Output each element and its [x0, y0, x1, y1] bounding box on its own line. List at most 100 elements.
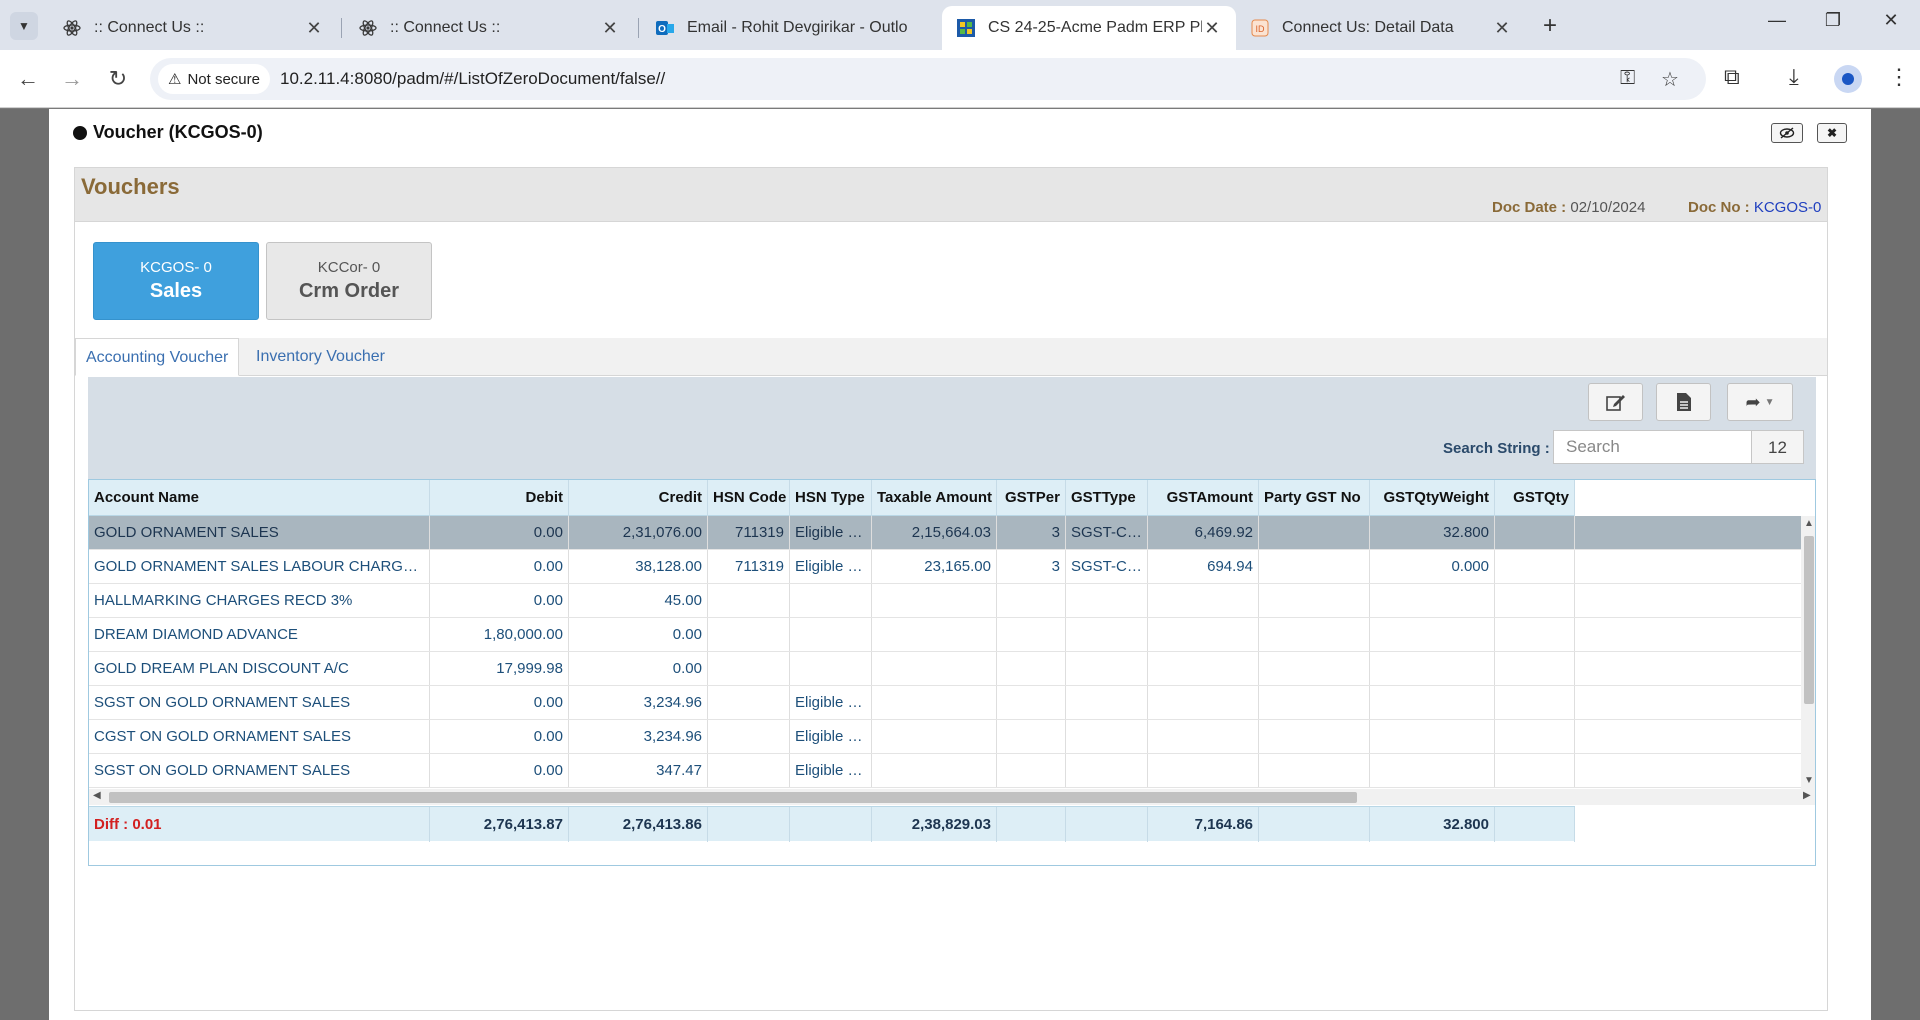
tab-inventory-voucher[interactable]: Inventory Voucher	[246, 338, 395, 376]
close-modal-button[interactable]: ✖	[1817, 123, 1847, 143]
column-header-taxable-amount[interactable]: Taxable Amount	[872, 480, 997, 516]
cell-gstamount	[1148, 618, 1259, 651]
cell-credit: 3,234.96	[569, 720, 708, 753]
eye-slash-icon	[1779, 127, 1795, 139]
footer-total-hsn-type	[790, 807, 872, 842]
address-bar[interactable]: ⚠ Not secure 10.2.11.4:8080/padm/#/ListO…	[150, 58, 1706, 100]
bookmark-star-icon[interactable]: ☆	[1661, 67, 1679, 92]
cell-hsn-code: 711319	[708, 516, 790, 549]
download-icon[interactable]: ⤓	[1789, 64, 1799, 90]
doc-date-value: 02/10/2024	[1570, 199, 1646, 216]
search-input[interactable]	[1553, 430, 1752, 464]
doc-date: Doc Date : 02/10/2024	[1492, 199, 1645, 216]
browser-tab-2[interactable]: :: Connect Us :: ✕	[344, 6, 634, 50]
back-arrow-icon[interactable]: ←	[13, 64, 43, 94]
cell-taxable-amount	[872, 754, 997, 787]
browser-tab-5[interactable]: ID Connect Us: Detail Data ✕	[1236, 6, 1526, 50]
scroll-down-arrow-icon[interactable]: ▼	[1801, 775, 1815, 786]
horizontal-scrollbar[interactable]: ◀ ▶	[89, 789, 1815, 805]
cell-gstamount: 6,469.92	[1148, 516, 1259, 549]
table-row[interactable]: DREAM DIAMOND ADVANCE 1,80,000.00 0.00	[89, 618, 1801, 652]
table-row[interactable]: GOLD ORNAMENT SALES LABOUR CHARG… 0.00 38,…	[89, 550, 1801, 584]
tab-search-chevron-icon[interactable]: ▼	[10, 12, 38, 40]
site-info-chip[interactable]: ⚠ Not secure	[158, 64, 270, 94]
extensions-puzzle-icon[interactable]: ⧉	[1724, 64, 1740, 90]
cell-party-gst-no	[1259, 516, 1370, 549]
outlook-icon: O	[655, 18, 675, 38]
column-header-gstqty[interactable]: GSTQty	[1495, 480, 1575, 516]
browser-tab-3[interactable]: O Email - Rohit Devgirikar - Outlo	[641, 6, 937, 50]
column-header-credit[interactable]: Credit	[569, 480, 708, 516]
browser-tab-4-active[interactable]: CS 24-25-Acme Padm ERP Platf ✕	[942, 6, 1236, 50]
vertical-scroll-thumb[interactable]	[1804, 536, 1814, 704]
table-row[interactable]: GOLD ORNAMENT SALES 0.00 2,31,076.00 711319…	[89, 516, 1801, 550]
doc-no-value: KCGOS-0	[1753, 199, 1822, 216]
cell-credit: 0.00	[569, 652, 708, 685]
browser-tab-3-label: Email - Rohit Devgirikar - Outlo	[687, 19, 908, 36]
key-icon[interactable]: ⚿	[1620, 67, 1635, 90]
reload-icon[interactable]: ↻	[103, 64, 133, 94]
minimize-icon[interactable]: —	[1762, 10, 1792, 31]
browser-tab-1[interactable]: :: Connect Us :: ✕	[48, 6, 338, 50]
column-header-hsn-type[interactable]: HSN Type	[790, 480, 872, 516]
cell-account-name: SGST ON GOLD ORNAMENT SALES	[89, 686, 430, 719]
warning-triangle-icon: ⚠	[168, 71, 182, 88]
table-row[interactable]: SGST ON GOLD ORNAMENT SALES 0.00 3,234.96 E…	[89, 686, 1801, 720]
cell-gstper	[997, 720, 1066, 753]
scroll-left-arrow-icon[interactable]: ◀	[93, 790, 101, 801]
tab-accounting-voucher[interactable]: Accounting Voucher	[75, 338, 240, 376]
column-header-gsttype[interactable]: GSTType	[1066, 480, 1148, 516]
cell-gstamount	[1148, 754, 1259, 787]
cell-hsn-code	[708, 686, 790, 719]
close-tab-icon[interactable]: ✕	[304, 18, 324, 39]
column-header-hsn-code[interactable]: HSN Code	[708, 480, 790, 516]
table-row[interactable]: SGST ON GOLD ORNAMENT SALES 0.00 347.47 Eli…	[89, 754, 1801, 788]
close-tab-icon[interactable]: ✕	[600, 18, 620, 39]
browser-tabstrip: ▼ :: Connect Us :: ✕ :: Connect Us :: ✕ …	[0, 0, 1920, 50]
table-row[interactable]: GOLD DREAM PLAN DISCOUNT A/C 17,999.98 0.0…	[89, 652, 1801, 686]
document-button[interactable]	[1656, 383, 1711, 421]
record-count: 12	[1752, 430, 1804, 464]
column-header-party-gst-no[interactable]: Party GST No	[1259, 480, 1370, 516]
voucher-card-crm-order[interactable]: KCCor- 0 Crm Order	[266, 242, 432, 320]
scroll-right-arrow-icon[interactable]: ▶	[1803, 790, 1811, 801]
edit-icon	[1605, 395, 1625, 411]
scroll-up-arrow-icon[interactable]: ▲	[1801, 518, 1815, 529]
edit-button[interactable]	[1588, 383, 1643, 421]
cell-credit: 45.00	[569, 584, 708, 617]
url-text[interactable]: 10.2.11.4:8080/padm/#/ListOfZeroDocument…	[280, 69, 665, 89]
cell-party-gst-no	[1259, 686, 1370, 719]
voucher-card-sales[interactable]: KCGOS- 0 Sales	[93, 242, 259, 320]
app-icon: ID	[1250, 18, 1270, 38]
grid-toolbar: ➦ ▼ Search String : 12	[88, 377, 1816, 479]
footer-total-gstamount: 7,164.86	[1148, 807, 1259, 842]
column-header-account-name[interactable]: Account Name	[89, 480, 430, 516]
profile-avatar[interactable]	[1834, 65, 1862, 93]
eye-slash-button[interactable]	[1771, 123, 1803, 143]
close-tab-icon[interactable]: ✕	[1492, 18, 1512, 39]
doc-no-label: Doc No :	[1688, 199, 1750, 216]
erp-icon	[956, 18, 976, 38]
caret-down-icon: ▼	[1764, 396, 1775, 408]
column-header-gstamount[interactable]: GSTAmount	[1148, 480, 1259, 516]
tab-separator	[638, 18, 639, 38]
new-tab-plus-icon[interactable]: +	[1543, 12, 1557, 40]
cell-hsn-code: 711319	[708, 550, 790, 583]
doc-no: Doc No : KCGOS-0	[1688, 199, 1821, 216]
close-tab-icon[interactable]: ✕	[1202, 18, 1222, 39]
share-dropdown-button[interactable]: ➦ ▼	[1727, 383, 1793, 421]
cell-account-name: GOLD ORNAMENT SALES	[89, 516, 430, 549]
column-header-debit[interactable]: Debit	[430, 480, 569, 516]
column-header-gstper[interactable]: GSTPer	[997, 480, 1066, 516]
table-row[interactable]: HALLMARKING CHARGES RECD 3% 0.00 45.00	[89, 584, 1801, 618]
forward-arrow-icon[interactable]: →	[57, 64, 87, 94]
table-row[interactable]: CGST ON GOLD ORNAMENT SALES 0.00 3,234.96 E…	[89, 720, 1801, 754]
modal-title: Voucher (KCGOS-0)	[73, 122, 263, 143]
bullet-icon	[73, 125, 87, 140]
vertical-scrollbar[interactable]: ▲ ▼	[1801, 516, 1815, 789]
more-menu-icon[interactable]: ⋮	[1888, 64, 1910, 90]
horizontal-scroll-thumb[interactable]	[109, 792, 1357, 803]
restore-icon[interactable]: ❐	[1818, 10, 1848, 31]
column-header-gstqtyweight[interactable]: GSTQtyWeight	[1370, 480, 1495, 516]
close-window-icon[interactable]: ✕	[1876, 10, 1906, 31]
